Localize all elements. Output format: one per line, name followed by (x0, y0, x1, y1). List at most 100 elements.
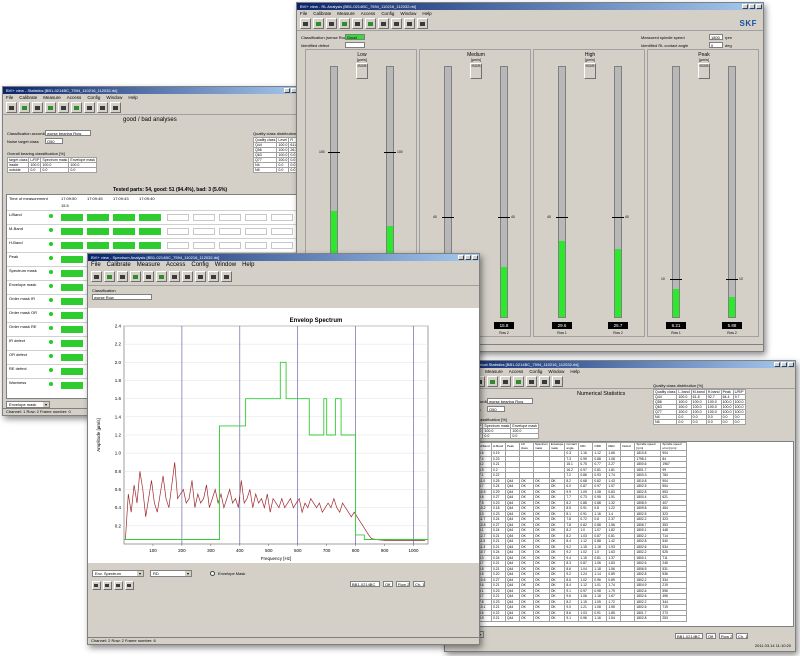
analysis-tool-button[interactable] (84, 102, 95, 113)
reset-zoom-button[interactable] (125, 581, 134, 590)
spectrum-tool-button[interactable] (156, 271, 167, 282)
stats-result-cell (113, 214, 135, 221)
iso-class-button[interactable]: ISO/B (470, 63, 482, 79)
access-tool-button[interactable] (326, 18, 337, 29)
spectrum-tool-button[interactable] (365, 18, 376, 29)
access-tool-button[interactable] (32, 102, 43, 113)
column-header[interactable]: Defect (620, 442, 636, 451)
table-row[interactable]: 3114.98.90.21Q44OKOKOK9.10.961.161.54180… (449, 615, 688, 622)
th: L/R/P (732, 389, 746, 395)
menu-window[interactable]: Window (215, 261, 236, 270)
iso-class-button[interactable]: ISO/B (584, 63, 596, 79)
menu-measure[interactable]: Measure (137, 261, 160, 270)
spectrum-type-dropdown[interactable]: Env. Spectrum (92, 570, 144, 577)
menu-file[interactable]: File (91, 261, 101, 270)
export-tool-button[interactable] (417, 18, 428, 29)
menu-help[interactable]: Help (128, 94, 137, 101)
statistics-tool-button[interactable] (339, 18, 350, 29)
maximize-button[interactable] (749, 4, 755, 9)
config-tool-button[interactable] (500, 376, 511, 387)
print-tool-button[interactable] (404, 18, 415, 29)
column-header[interactable]: LR class (519, 442, 534, 451)
measure-tool-button[interactable] (104, 271, 115, 282)
measure-tool-button[interactable] (313, 18, 324, 29)
analysis-tool-button[interactable] (526, 376, 537, 387)
menu-help[interactable]: Help (242, 261, 254, 270)
spectrum-tool-button[interactable] (71, 102, 82, 113)
menu-window[interactable]: Window (106, 94, 122, 101)
menu-calibrate[interactable]: Calibrate (313, 10, 331, 17)
column-header[interactable]: Spindle speed error [rpm] (660, 442, 688, 451)
stats-view-dropdown[interactable]: Envelope mask (6, 401, 50, 408)
menu-config[interactable]: Config (191, 261, 208, 270)
column-header[interactable]: Peak (505, 442, 520, 451)
config-tool-button[interactable] (58, 102, 69, 113)
spectrum-rd-dropdown[interactable]: RD (150, 570, 192, 577)
column-header[interactable]: Contact angle (564, 442, 580, 451)
minimize-button[interactable] (284, 88, 290, 93)
column-header[interactable]: ORD (592, 442, 608, 451)
analysis-tool-button[interactable] (169, 271, 180, 282)
column-header[interactable]: Spindle speed [rpm] (634, 442, 662, 451)
spectrum-tool-button[interactable] (513, 376, 524, 387)
analysis-tool-button[interactable] (378, 18, 389, 29)
menu-config[interactable]: Config (381, 10, 394, 17)
menu-measure[interactable]: Measure (485, 368, 503, 375)
zoom-out-button[interactable] (103, 581, 112, 590)
report-tool-button[interactable] (391, 18, 402, 29)
close-button[interactable] (472, 255, 478, 260)
calibrate-tool-button[interactable] (91, 271, 102, 282)
pan-button[interactable] (114, 581, 123, 590)
column-header[interactable]: RED (606, 442, 622, 451)
menu-access[interactable]: Access (509, 368, 524, 375)
maximize-button[interactable] (781, 362, 787, 367)
iso-class-button[interactable]: ISO/B (356, 63, 368, 79)
measure-tool-button[interactable] (19, 102, 30, 113)
statistics-tool-button[interactable] (487, 376, 498, 387)
print-tool-button[interactable] (552, 376, 563, 387)
menu-window[interactable]: Window (548, 368, 564, 375)
close-button[interactable] (788, 362, 794, 367)
menu-file[interactable]: File (300, 10, 307, 17)
menu-config[interactable]: Config (529, 368, 542, 375)
iso-class-button[interactable]: ISO/B (698, 63, 710, 79)
column-header[interactable]: Envelope mask (548, 442, 566, 451)
minimize-button[interactable] (742, 4, 748, 9)
settings-tool-button[interactable] (221, 271, 232, 282)
stats-result-cell (139, 242, 161, 249)
column-header[interactable]: Spectrum mask (533, 442, 550, 451)
report-tool-button[interactable] (97, 102, 108, 113)
menu-calibrate[interactable]: Calibrate (19, 94, 37, 101)
report-tool-button[interactable] (182, 271, 193, 282)
statistics-tool-button[interactable] (130, 271, 141, 282)
menu-measure[interactable]: Measure (43, 94, 61, 101)
access-tool-button[interactable] (117, 271, 128, 282)
print-tool-button[interactable] (195, 271, 206, 282)
menu-file[interactable]: File (6, 94, 13, 101)
report-tool-button[interactable] (539, 376, 550, 387)
menu-access[interactable]: Access (361, 10, 376, 17)
close-button[interactable] (756, 4, 762, 9)
calibrate-tool-button[interactable] (6, 102, 17, 113)
column-header[interactable]: IRD (578, 442, 594, 451)
menu-calibrate[interactable]: Calibrate (107, 261, 131, 270)
minimize-button[interactable] (458, 255, 464, 260)
print-tool-button[interactable] (110, 102, 121, 113)
zoom-in-button[interactable] (92, 581, 101, 590)
maximize-button[interactable] (465, 255, 471, 260)
menu-config[interactable]: Config (87, 94, 100, 101)
minimize-button[interactable] (774, 362, 780, 367)
menu-access[interactable]: Access (67, 94, 82, 101)
envelope-mask-radio[interactable] (210, 571, 215, 576)
config-tool-button[interactable] (352, 18, 363, 29)
menu-help[interactable]: Help (570, 368, 579, 375)
menu-window[interactable]: Window (400, 10, 416, 17)
calibrate-tool-button[interactable] (300, 18, 311, 29)
menu-access[interactable]: Access (166, 261, 185, 270)
config-tool-button[interactable] (143, 271, 154, 282)
menu-help[interactable]: Help (422, 10, 431, 17)
menu-measure[interactable]: Measure (337, 10, 355, 17)
column-header[interactable]: H-Band (491, 442, 506, 451)
export-tool-button[interactable] (208, 271, 219, 282)
statistics-tool-button[interactable] (45, 102, 56, 113)
